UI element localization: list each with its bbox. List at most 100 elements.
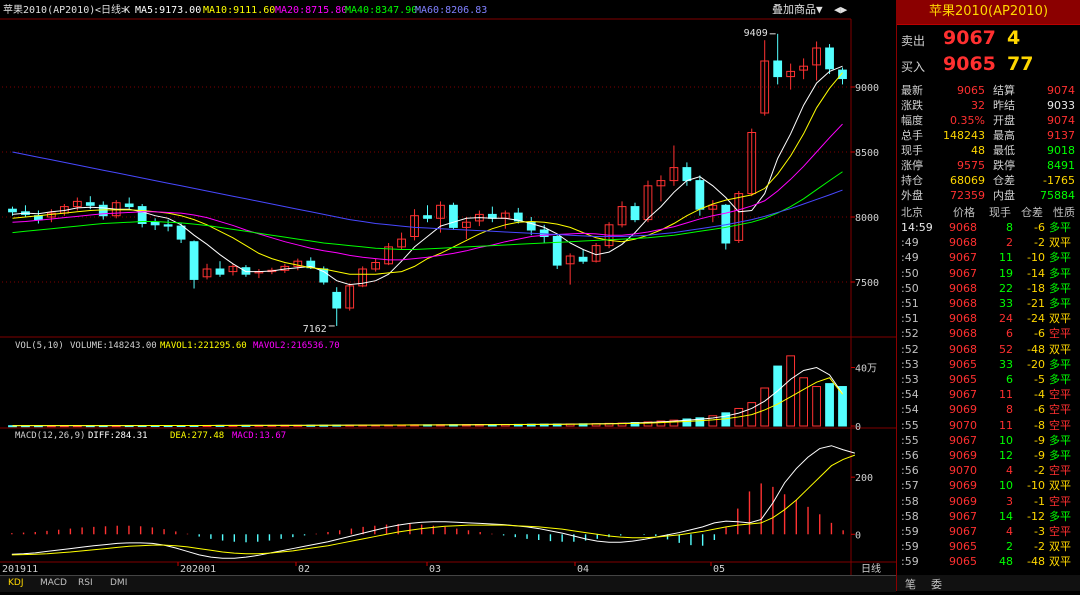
- tick-chg: -12: [1027, 509, 1045, 523]
- overlay-button[interactable]: 叠加商品▼: [772, 2, 823, 16]
- tick-type: 多平: [1049, 281, 1071, 295]
- stat-v2: 9074: [1047, 114, 1075, 127]
- tick-chg: -18: [1027, 281, 1045, 295]
- bid-row[interactable]: 买入 9065 77: [897, 53, 1080, 77]
- candle-body: [552, 236, 562, 266]
- tab-kdj[interactable]: KDJ: [8, 578, 24, 588]
- tick-price: 9067: [949, 388, 977, 402]
- tick-type: 双平: [1049, 342, 1071, 356]
- quote-sidebar: 苹果2010(AP2010) 卖出 9067 4 买入 9065 77 最新 90…: [896, 0, 1080, 591]
- tab-trades[interactable]: 笔: [901, 576, 920, 592]
- candle-body: [838, 69, 847, 80]
- stat-k2: 内盘: [993, 189, 1015, 202]
- stat-k2: 仓差: [993, 174, 1015, 187]
- tick-time: :58: [901, 494, 919, 508]
- tab-rsi[interactable]: RSI: [78, 578, 93, 588]
- k-tick-label: 8000: [855, 213, 879, 224]
- macd-tick-label: 200: [855, 473, 873, 484]
- tick-chg: -21: [1027, 297, 1045, 310]
- stat-k2: 开盘: [993, 114, 1015, 127]
- tick-time: :55: [901, 433, 919, 447]
- stat-v1: 68069: [950, 174, 985, 187]
- tick-time: :52: [901, 342, 919, 356]
- tick-row: :57 9069 10 -10 双平: [897, 478, 1080, 493]
- stat-k1: 幅度: [901, 114, 923, 127]
- x-period-label: 日线: [861, 562, 881, 575]
- tick-vol: 11: [999, 418, 1013, 432]
- tick-vol: 11: [999, 388, 1013, 402]
- tick-chg: -48: [1027, 342, 1045, 356]
- tick-time: :59: [901, 555, 919, 569]
- chart-area[interactable]: 苹果2010(AP2010) <日线> K MA5:9173.00 MA10:9…: [0, 0, 896, 592]
- stat-v1: 32: [971, 99, 985, 112]
- stat-k1: 总手: [901, 129, 923, 142]
- tick-price: 9067: [949, 433, 977, 447]
- ask-volume: 4: [1007, 27, 1021, 49]
- tick-row: :55 9067 10 -9 多平: [897, 433, 1080, 448]
- tick-type: 多平: [1049, 509, 1071, 523]
- tab-dmi[interactable]: DMI: [110, 578, 127, 588]
- tick-row: :59 9065 48 -48 双平: [897, 554, 1080, 569]
- tick-price: 9069: [949, 449, 977, 462]
- tick-vol: 6: [1006, 373, 1013, 386]
- tick-price: 9070: [949, 418, 977, 432]
- candle-body: [215, 268, 225, 275]
- tick-row: :51 9068 24 -24 双平: [897, 311, 1080, 326]
- stat-v1: 72359: [950, 189, 985, 202]
- nav-arrows[interactable]: ◀▶: [834, 3, 848, 16]
- tick-time: :59: [901, 525, 919, 538]
- sidebar-tab-bar: 笔 委: [897, 575, 1080, 591]
- tick-vol: 52: [999, 342, 1013, 356]
- tick-row: :58 9069 3 -1 空平: [897, 494, 1080, 509]
- candle-body: [176, 225, 186, 240]
- candle-body: [150, 221, 160, 226]
- candle-body: [423, 215, 432, 219]
- tick-row: :55 9070 11 -8 空平: [897, 418, 1080, 433]
- ma5-label: MA5:9173.00: [135, 5, 201, 16]
- x-period-label: 05: [713, 564, 725, 575]
- tick-price: 9068: [949, 327, 977, 341]
- candle-body: [682, 167, 692, 182]
- tick-time: :56: [901, 449, 919, 462]
- tick-price: 9068: [949, 281, 977, 295]
- tick-chg: -20: [1027, 357, 1045, 371]
- tick-price: 9069: [949, 479, 977, 493]
- macd-header-label: MACD(12,26,9): [15, 431, 85, 441]
- stat-row: 总手 148243 最高 9137: [897, 128, 1080, 143]
- ticks-header-chg: 仓差: [1021, 206, 1043, 219]
- chart-svg[interactable]: 苹果2010(AP2010) <日线> K MA5:9173.00 MA10:9…: [0, 0, 896, 591]
- k-tick-label: 9000: [855, 83, 879, 94]
- stat-k2: 最高: [993, 129, 1015, 142]
- tick-row: :54 9069 8 -6 空平: [897, 402, 1080, 417]
- candle-body: [630, 206, 640, 221]
- candle-body: [241, 267, 251, 275]
- tick-vol: 48: [999, 555, 1013, 569]
- tick-vol: 6: [1006, 327, 1013, 341]
- ma20-label: MA20:8715.80: [275, 5, 347, 16]
- ma60-label: MA60:8206.83: [415, 5, 487, 16]
- tick-price: 9068: [949, 236, 977, 250]
- stat-v2: -1765: [1043, 174, 1075, 187]
- stat-k1: 持仓: [901, 174, 923, 187]
- tick-type: 空平: [1049, 525, 1071, 538]
- tick-row: :59 9065 2 -2 双平: [897, 539, 1080, 554]
- tick-type: 双平: [1049, 540, 1071, 554]
- stat-v2: 8491: [1047, 159, 1075, 172]
- tick-chg: -10: [1027, 479, 1045, 493]
- tab-macd[interactable]: MACD: [40, 578, 67, 588]
- tick-price: 9065: [949, 555, 977, 569]
- tick-time: :50: [901, 266, 919, 280]
- tick-price: 9065: [949, 357, 977, 371]
- ask-row[interactable]: 卖出 9067 4: [897, 27, 1080, 51]
- tick-vol: 8: [1006, 403, 1013, 417]
- tick-price: 9065: [949, 540, 977, 554]
- tick-price: 9068: [949, 342, 977, 356]
- tick-vol: 8: [1006, 221, 1013, 234]
- tab-orders[interactable]: 委: [927, 576, 946, 592]
- tick-time: 14:59: [901, 221, 933, 234]
- tick-price: 9067: [949, 266, 977, 280]
- tick-vol: 2: [1006, 540, 1013, 554]
- stat-row: 外盘 72359 内盘 75884: [897, 188, 1080, 203]
- tick-price: 9067: [949, 525, 977, 538]
- tick-time: :51: [901, 297, 919, 310]
